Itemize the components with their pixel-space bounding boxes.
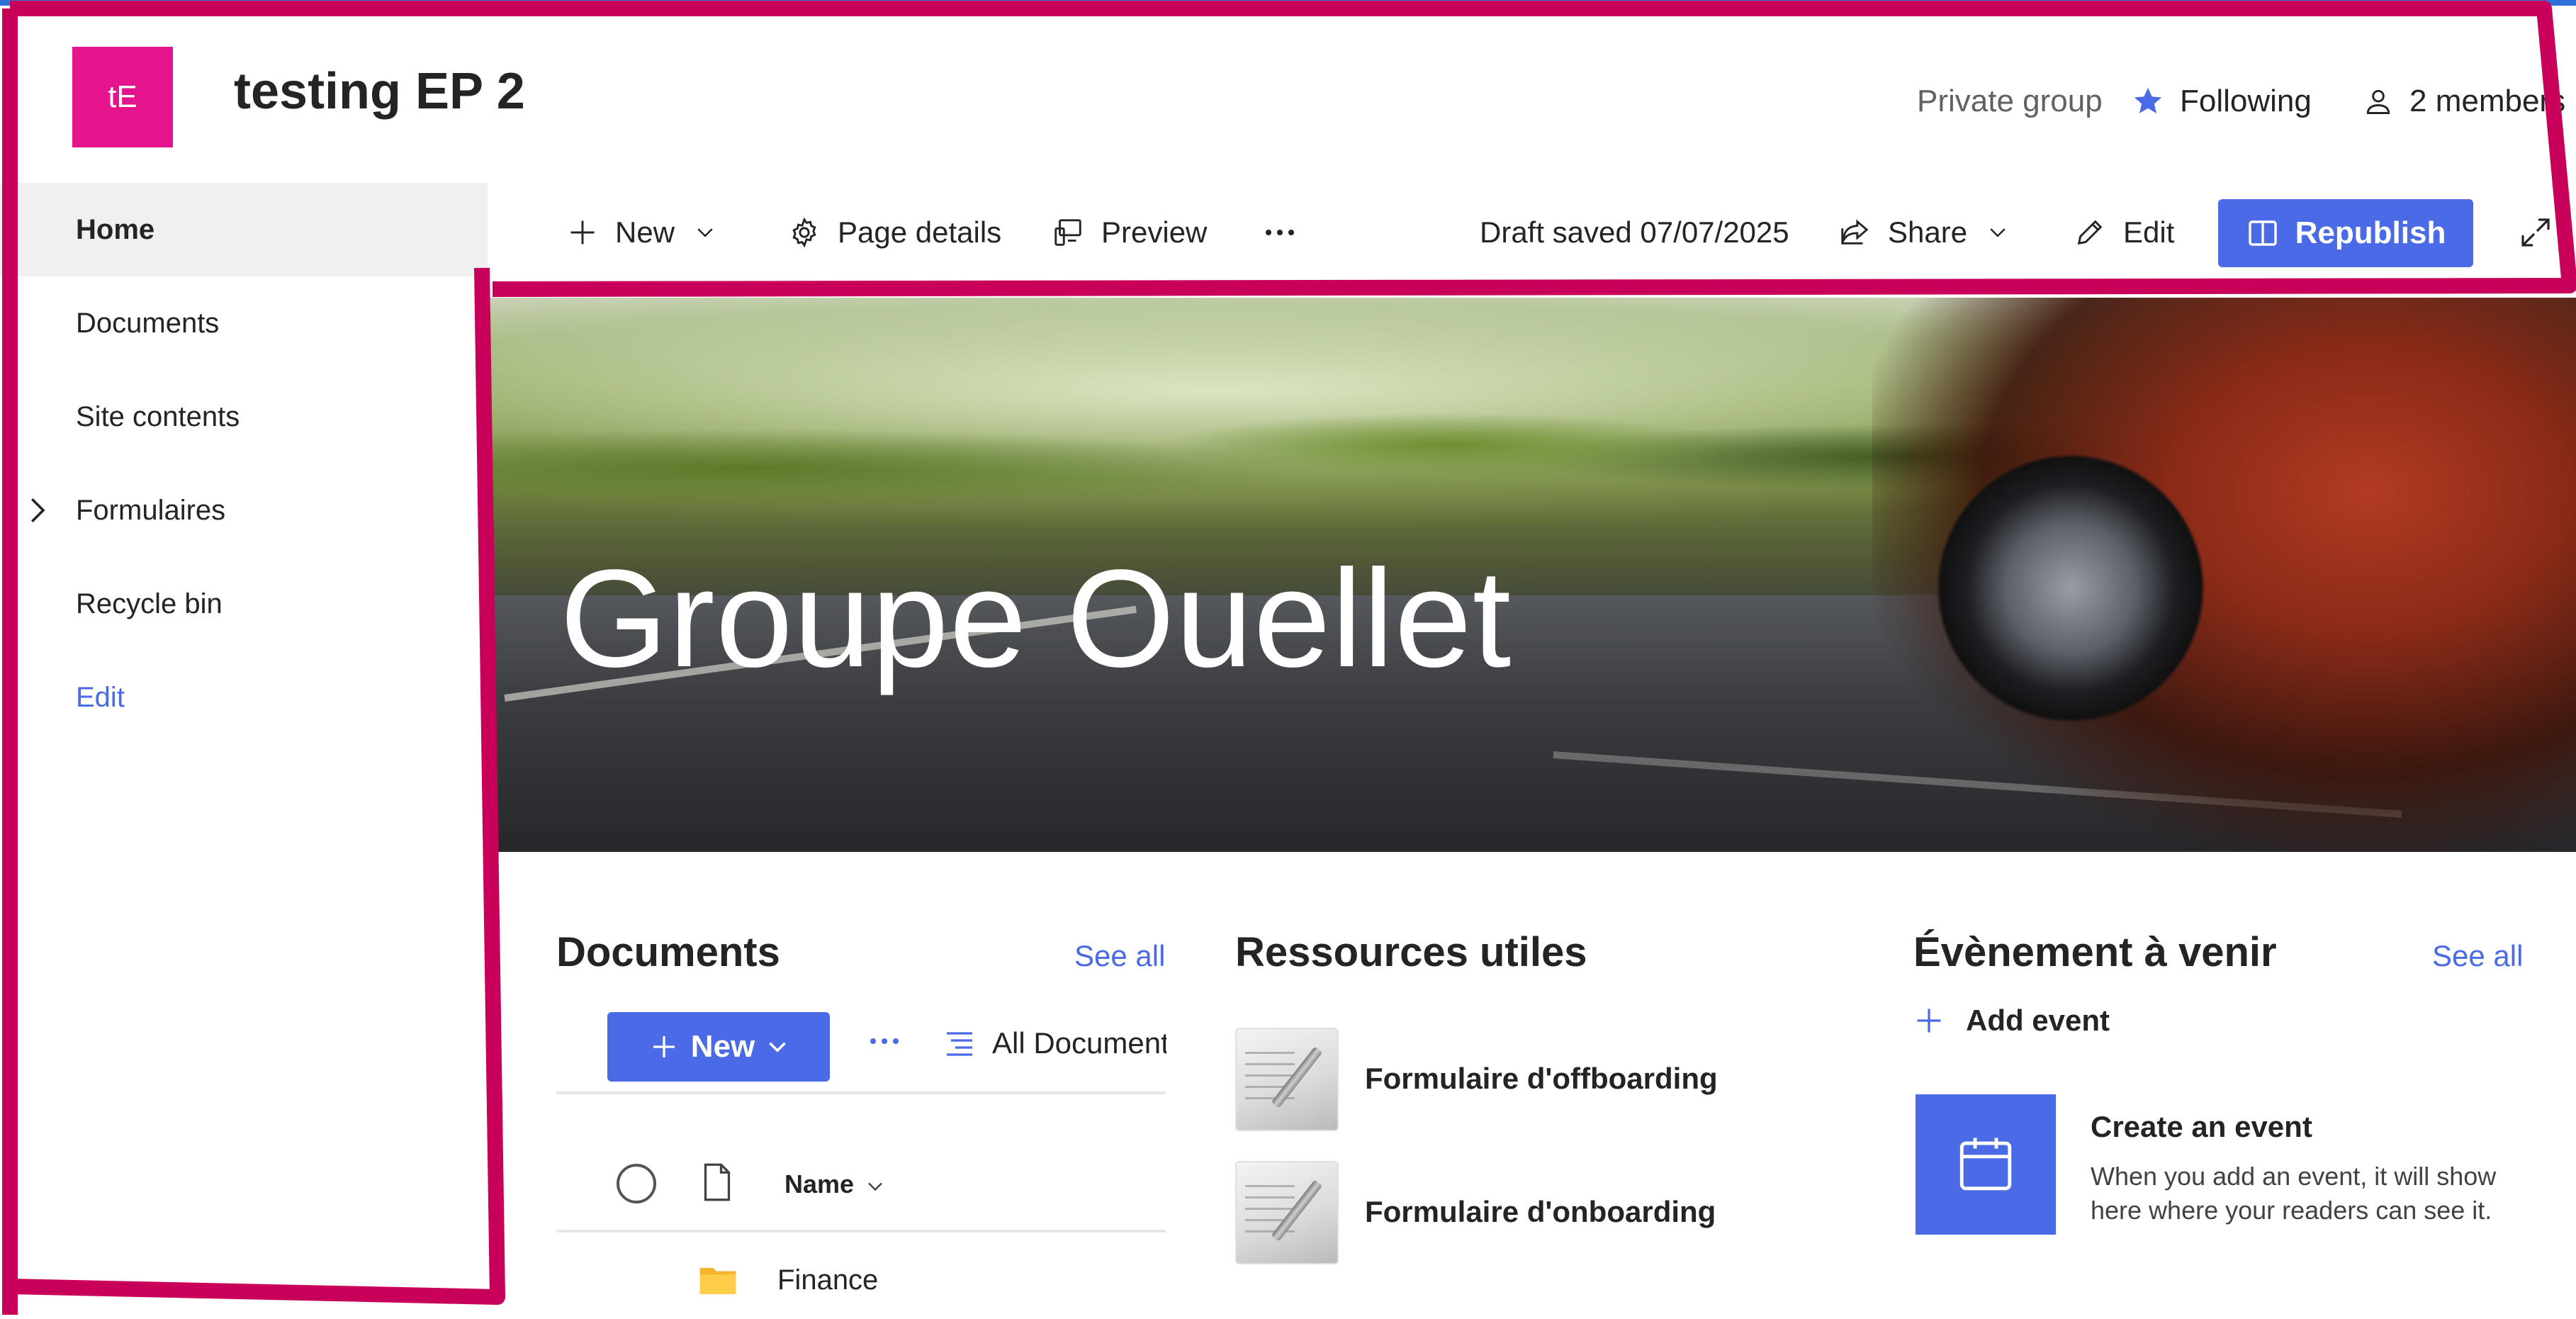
following-label: Following [2180,84,2312,118]
chevron-down-icon [697,228,713,237]
event-card-title: Create an event [2091,1110,2312,1143]
events-see-all-link[interactable]: See all [2432,939,2523,973]
book-icon [2248,220,2277,246]
preview-devices-icon [1054,219,1081,246]
members-label: 2 members [2409,84,2566,118]
page-details-button[interactable]: Page details [788,183,1001,282]
documents-more-button[interactable] [867,1024,901,1062]
share-label: Share [1888,215,1968,249]
document-name[interactable]: Finance [777,1264,878,1296]
event-placeholder [1916,1094,2056,1235]
site-header: tE testing EP 2 Private group Following … [0,6,2576,183]
add-event-button[interactable]: Add event [1913,1004,2110,1038]
file-type-icon [704,1163,731,1201]
fullscreen-button[interactable] [2519,183,2570,282]
nav-item-formulaires[interactable]: Formulaires [0,464,488,557]
column-name-header[interactable]: Name [784,1169,854,1199]
nav-edit-link[interactable]: Edit [0,651,488,744]
nav-item-documents[interactable]: Documents [0,276,488,370]
chevron-down-icon [769,1042,786,1053]
documents-new-label: New [690,1029,755,1064]
documents-divider [556,1230,1166,1233]
hero-title: Groupe Ouellet [560,541,1512,696]
nav-item-recycle-bin[interactable]: Recycle bin [0,557,488,651]
documents-view-selector[interactable]: All Documents [943,1026,1166,1060]
documents-new-button[interactable]: New [607,1012,830,1082]
edit-button[interactable]: Edit [2074,183,2174,282]
calendar-icon [1959,1138,2012,1191]
preview-button[interactable]: Preview [1052,183,1207,282]
new-menu-button[interactable]: New [567,183,714,282]
more-icon [870,1038,899,1044]
select-all-checkbox[interactable] [617,1164,656,1203]
site-logo[interactable]: tE [72,47,173,147]
share-icon [1841,219,1869,245]
person-icon [2366,89,2390,114]
privacy-label: Private group [1917,84,2103,118]
folder-icon [699,1267,736,1294]
nav-item-label: Home [76,213,155,245]
left-navigation: Home Documents Site contents Formulaires… [0,183,488,1319]
resources-title: Ressources utiles [1235,929,1587,975]
documents-view-label: All Documents [992,1026,1166,1060]
documents-column-header: Name [556,1148,1166,1219]
new-label: New [615,215,675,249]
events-title: Évènement à venir [1913,929,2277,975]
chevron-right-icon[interactable] [27,498,47,523]
draft-status-label: Draft saved 07/07/2025 [1480,215,1789,249]
resource-label: Formulaire d'onboarding [1365,1195,1716,1228]
list-view-icon [947,1032,972,1056]
plus-icon [570,220,595,245]
following-button[interactable]: Following [2132,84,2312,119]
nav-item-label: Site contents [76,400,240,432]
pencil-icon [2077,220,2103,245]
add-event-label: Add event [1966,1004,2110,1037]
documents-see-all-link[interactable]: See all [1074,939,1165,973]
gear-icon [792,217,816,248]
expand-icon [2521,218,2550,247]
edit-label: Edit [2123,215,2175,249]
share-button[interactable]: Share [1838,183,2007,282]
event-card-description: When you add an event, it will show here… [2091,1162,2497,1225]
page-details-label: Page details [838,215,1002,249]
nav-edit-label: Edit [76,681,125,713]
chevron-down-icon [1990,228,2006,237]
window-top-border [0,0,2576,6]
documents-divider [556,1091,1166,1094]
resource-thumbnail [1235,1028,1339,1131]
preview-label: Preview [1101,215,1208,249]
resource-thumbnail [1235,1161,1339,1264]
republish-label: Republish [2295,215,2446,250]
hero-wheel [1936,418,2205,758]
nav-item-label: Formulaires [76,494,226,526]
nav-item-label: Documents [76,307,220,339]
nav-item-label: Recycle bin [76,588,223,619]
plus-icon [1917,1009,1941,1033]
draft-status: Draft saved 07/07/2025 [1480,183,1789,282]
chevron-down-icon[interactable] [867,1178,884,1195]
resource-link[interactable]: Formulaire d'onboarding [1235,1161,1774,1267]
republish-button[interactable]: Republish [2218,199,2473,267]
members-button[interactable]: 2 members [2363,84,2565,119]
documents-title[interactable]: Documents [556,928,780,976]
plus-icon [653,1036,675,1057]
site-title[interactable]: testing EP 2 [234,62,525,120]
resource-label: Formulaire d'offboarding [1365,1062,1718,1095]
more-icon [1266,230,1294,235]
table-row[interactable]: Finance [556,1247,1166,1311]
nav-item-site-contents[interactable]: Site contents [0,370,488,464]
more-options-button[interactable] [1263,183,1314,282]
resource-link[interactable]: Formulaire d'offboarding [1235,1028,1774,1134]
star-icon [2134,87,2162,113]
nav-item-home[interactable]: Home [0,183,488,276]
